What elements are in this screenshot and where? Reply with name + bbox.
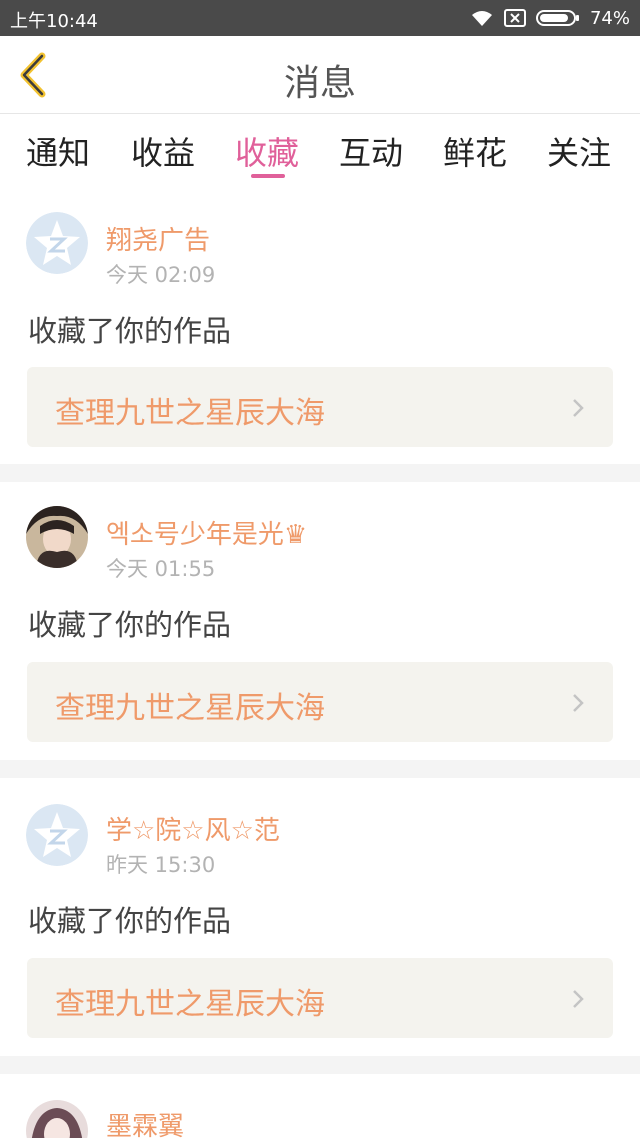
tab-flowers[interactable]: 鲜花	[443, 128, 507, 174]
tab-favorites[interactable]: 收藏	[235, 128, 299, 174]
tab-notifications[interactable]: 通知	[26, 128, 90, 174]
message-card: 엑소号少年是光♛ 今天 01:55 收藏了你的作品 查理九世之星辰大海	[0, 482, 640, 758]
work-link[interactable]: 查理九世之星辰大海	[27, 958, 613, 1038]
status-time: 上午10:44	[10, 11, 98, 32]
message-time: 今天 02:09	[106, 263, 216, 287]
work-title: 查理九世之星辰大海	[55, 691, 325, 726]
divider	[0, 760, 640, 778]
message-time: 昨天 15:30	[106, 853, 216, 877]
message-action: 收藏了你的作品	[28, 904, 232, 938]
username[interactable]: 翔尧广告	[106, 220, 210, 257]
tab-earnings[interactable]: 收益	[131, 128, 195, 174]
message-card: 学☆院☆风☆范 昨天 15:30 收藏了你的作品 查理九世之星辰大海	[0, 778, 640, 1056]
sim-disabled-icon	[503, 9, 526, 27]
message-card: 翔尧广告 今天 02:09 收藏了你的作品 查理九世之星辰大海	[0, 192, 640, 464]
work-link[interactable]: 查理九世之星辰大海	[27, 662, 613, 742]
chevron-right-icon	[573, 399, 584, 417]
status-icons: 74%	[470, 7, 630, 29]
username[interactable]: 学☆院☆风☆范	[106, 810, 280, 847]
divider	[0, 1056, 640, 1074]
wifi-icon	[471, 11, 492, 26]
work-title: 查理九世之星辰大海	[55, 396, 325, 431]
username[interactable]: 엑소号少年是光♛	[106, 514, 307, 551]
chevron-right-icon	[573, 694, 584, 712]
message-action: 收藏了你的作品	[28, 314, 232, 348]
message-card: 墨霖翼	[0, 1074, 640, 1138]
header: 消息	[0, 36, 640, 114]
divider	[0, 464, 640, 482]
avatar[interactable]	[26, 804, 88, 866]
page-title: 消息	[283, 63, 356, 104]
tab-interactions[interactable]: 互动	[339, 128, 403, 174]
status-bar: 上午10:44 74%	[0, 0, 640, 36]
tab-bar: 通知 收益 收藏 互动 鲜花 关注	[0, 114, 640, 192]
battery-icon	[535, 10, 579, 26]
avatar[interactable]	[26, 506, 88, 568]
user-photo	[26, 1100, 88, 1138]
avatar[interactable]	[26, 1100, 88, 1138]
work-title: 查理九世之星辰大海	[55, 987, 325, 1022]
username[interactable]: 墨霖翼	[106, 1106, 184, 1138]
battery-percent: 74%	[589, 7, 630, 29]
message-action: 收藏了你的作品	[28, 608, 232, 642]
user-photo	[26, 506, 88, 568]
chevron-right-icon	[573, 990, 584, 1008]
active-tab-indicator	[251, 174, 285, 178]
default-avatar-icon	[26, 804, 88, 866]
tab-follows[interactable]: 关注	[547, 128, 611, 174]
work-link[interactable]: 查理九世之星辰大海	[27, 367, 613, 447]
avatar[interactable]	[26, 212, 88, 274]
message-time: 今天 01:55	[106, 557, 216, 581]
default-avatar-icon	[26, 212, 88, 274]
